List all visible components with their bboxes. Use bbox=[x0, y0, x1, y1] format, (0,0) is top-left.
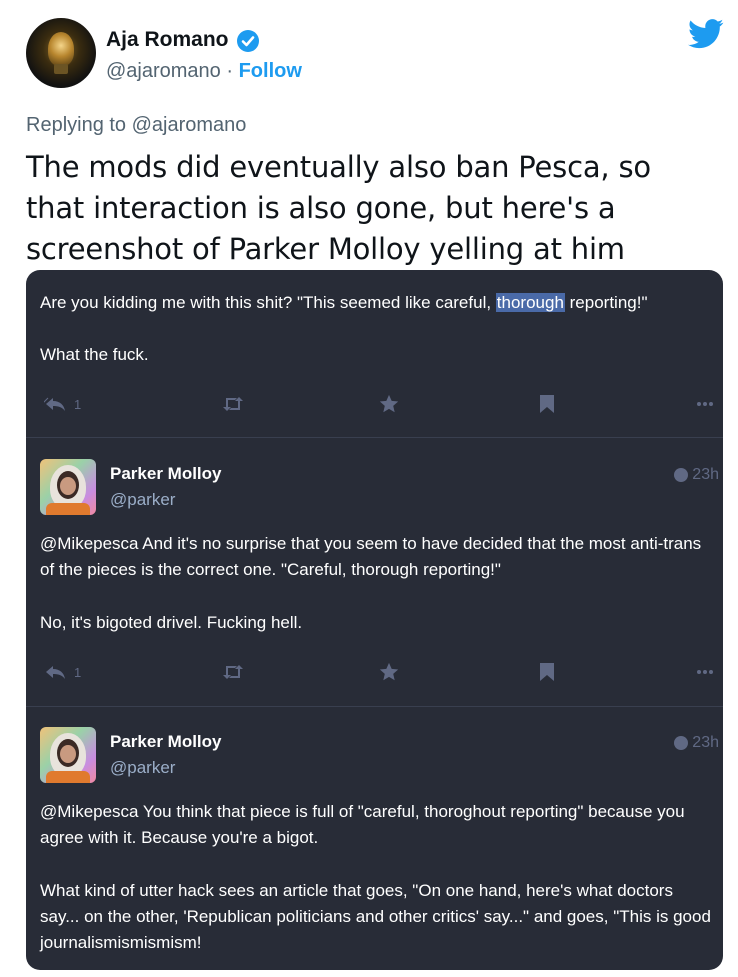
globe-icon bbox=[674, 736, 689, 750]
post2-reply-count: 1 bbox=[74, 664, 82, 680]
suit-shape bbox=[46, 503, 90, 515]
post1-more-action[interactable] bbox=[696, 392, 714, 416]
post3-time: 23h bbox=[692, 734, 719, 751]
post1-line1: Are you kidding me with this shit? "This… bbox=[40, 290, 712, 316]
post1-text-after: reporting!" bbox=[564, 293, 648, 312]
lightbulb-base bbox=[54, 64, 68, 74]
post3-avatar[interactable] bbox=[40, 727, 96, 783]
bookmark-icon bbox=[540, 395, 554, 413]
post2-author-handle[interactable]: @parker bbox=[110, 490, 175, 510]
post3-author-handle[interactable]: @parker bbox=[110, 758, 175, 778]
post1-line2: What the fuck. bbox=[40, 345, 149, 364]
reply-all-icon bbox=[46, 666, 65, 679]
post-divider bbox=[26, 437, 723, 438]
post3-para1: @Mikepesca You think that piece is full … bbox=[40, 802, 685, 847]
post2-reply-action[interactable]: 1 bbox=[44, 660, 81, 684]
post2-avatar[interactable] bbox=[40, 459, 96, 515]
author-handle[interactable]: @ajaromano bbox=[106, 60, 221, 82]
replying-to[interactable]: Replying to @ajaromano bbox=[26, 114, 246, 137]
reply-all-icon bbox=[44, 397, 65, 411]
post1-actions: 1 bbox=[26, 392, 723, 416]
boost-icon bbox=[223, 397, 243, 411]
attached-screenshot[interactable]: Are you kidding me with this shit? "This… bbox=[26, 270, 723, 970]
bookmark-icon bbox=[540, 663, 554, 681]
post2-time: 23h bbox=[692, 466, 719, 483]
face-shape bbox=[60, 477, 76, 495]
post1-reply-action[interactable]: 1 bbox=[44, 392, 81, 416]
globe-icon bbox=[674, 468, 689, 482]
follow-link[interactable]: Follow bbox=[239, 60, 302, 82]
post1-text-highlight: thorough bbox=[495, 293, 565, 312]
author-name[interactable]: Aja Romano bbox=[106, 28, 229, 52]
author-avatar[interactable] bbox=[26, 18, 96, 88]
post2-para1: @Mikepesca And it's no surprise that you… bbox=[40, 534, 702, 579]
handle-separator: · bbox=[220, 60, 239, 82]
tweet-text: The mods did eventually also ban Pesca, … bbox=[26, 150, 651, 266]
post2-timestamp[interactable]: 23h bbox=[674, 466, 719, 484]
post3-timestamp[interactable]: 23h bbox=[674, 734, 719, 752]
post1-bookmark-action[interactable] bbox=[539, 392, 555, 416]
post-divider bbox=[26, 706, 723, 707]
post2-author-name[interactable]: Parker Molloy bbox=[110, 464, 222, 484]
post2-boost-action[interactable] bbox=[221, 660, 245, 684]
star-icon bbox=[379, 394, 399, 413]
more-icon bbox=[697, 670, 713, 674]
post2-favourite-action[interactable] bbox=[378, 660, 400, 684]
post1-text-before: Are you kidding me with this shit? "This… bbox=[40, 293, 496, 312]
author-handle-row: @ajaromano · Follow bbox=[106, 60, 302, 83]
post2-more-action[interactable] bbox=[696, 660, 714, 684]
post1-favourite-action[interactable] bbox=[378, 392, 400, 416]
verified-badge-icon bbox=[237, 30, 259, 52]
boost-icon bbox=[223, 665, 243, 679]
twitter-bird-icon[interactable] bbox=[688, 18, 724, 50]
post1-reply-count: 1 bbox=[74, 396, 82, 412]
post2-bookmark-action[interactable] bbox=[539, 660, 555, 684]
more-icon bbox=[697, 402, 713, 406]
star-icon bbox=[379, 662, 399, 681]
post3-para2: What kind of utter hack sees an article … bbox=[40, 881, 711, 952]
post2-actions: 1 bbox=[26, 660, 723, 684]
post2-para2: No, it's bigoted drivel. Fucking hell. bbox=[40, 613, 303, 632]
face-shape bbox=[60, 745, 76, 763]
lightbulb-image bbox=[48, 32, 74, 66]
post1-boost-action[interactable] bbox=[221, 392, 245, 416]
suit-shape bbox=[46, 771, 90, 783]
post3-author-name[interactable]: Parker Molloy bbox=[110, 732, 222, 752]
tweet-card: Aja Romano @ajaromano · Follow Replying … bbox=[0, 0, 738, 977]
